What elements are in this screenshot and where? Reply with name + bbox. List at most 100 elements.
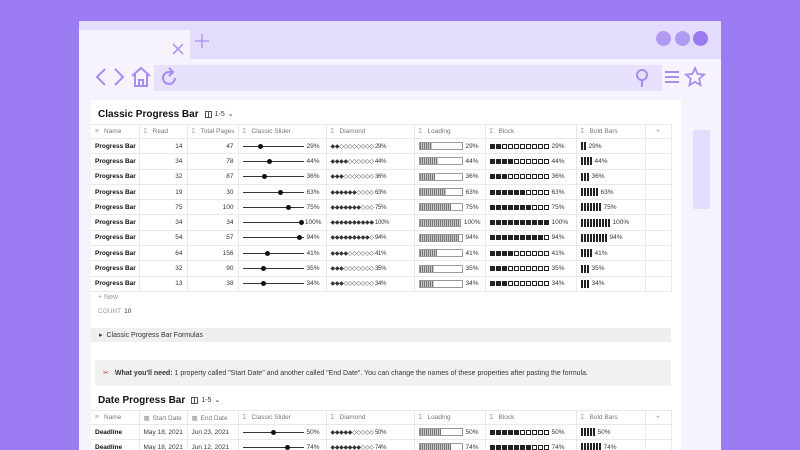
scrollbar-thumb[interactable] <box>693 130 710 209</box>
row-start[interactable]: May 18, 2021 <box>138 439 188 450</box>
new-row-button[interactable]: + New <box>98 294 118 301</box>
row-name[interactable]: Progress Bar <box>91 229 140 247</box>
location-pin-icon[interactable] <box>630 66 654 90</box>
browser-tab[interactable] <box>79 30 190 59</box>
row-end[interactable]: Jun 23, 2021 <box>186 423 239 441</box>
row-name[interactable]: Progress Bar <box>91 168 140 185</box>
star-icon[interactable] <box>683 65 707 89</box>
row-name[interactable]: Progress Bar <box>91 137 140 155</box>
row-name[interactable]: Progress Bar <box>91 275 140 292</box>
row-total[interactable]: 90 <box>186 260 239 277</box>
home-icon[interactable] <box>129 65 153 89</box>
bold-bars-progress: 75% <box>580 203 641 212</box>
column-header[interactable]: ▦ End Date <box>186 410 239 425</box>
column-header[interactable]: ≡ Name <box>91 410 140 425</box>
view-selector[interactable]: 1-5 ⌄ <box>191 396 220 404</box>
table-row[interactable]: Progress Bar 13 38 34% ◆◆◆◇◇◇◇◇◇◇ 34% 34% 34% 3… <box>91 275 672 292</box>
formula-property-icon: Σ <box>418 128 423 135</box>
diamond-progress: ◆◆◆◆◆◆◆◆◆◇ 94% <box>330 235 387 242</box>
formulas-toggle[interactable]: ▸ Classic Progress Bar Formulas <box>91 328 671 342</box>
table-row[interactable]: Deadline May 18, 2021 Jun 23, 2021 50% ◆◆◆◆◆… <box>91 423 672 441</box>
row-read[interactable]: 32 <box>138 168 188 185</box>
reload-icon[interactable] <box>157 66 181 90</box>
row-read[interactable]: 75 <box>138 199 188 216</box>
table-row[interactable]: Progress Bar 64 156 41% ◆◆◆◆◇◇◇◇◇◇ 41% 41% 41%… <box>91 245 672 262</box>
row-end[interactable]: Jun 12, 2021 <box>186 439 239 450</box>
row-total[interactable]: 47 <box>186 137 239 155</box>
column-header[interactable]: Σ Total Pages <box>186 124 239 139</box>
block-square <box>543 143 549 149</box>
row-name[interactable]: Progress Bar <box>91 214 140 231</box>
table-row[interactable]: Progress Bar 34 78 44% ◆◆◆◆◇◇◇◇◇◇ 44% 44% 44% 4… <box>91 153 672 170</box>
table-row[interactable]: Deadline May 18, 2021 Jun 12, 2021 74% ◆◆◆◆◆… <box>91 439 672 450</box>
column-header[interactable]: + <box>644 124 672 139</box>
window-close-button[interactable] <box>693 31 708 46</box>
row-read[interactable]: 64 <box>138 245 188 262</box>
block-percent: 75% <box>551 203 565 211</box>
row-name[interactable]: Progress Bar <box>91 153 140 170</box>
row-total[interactable]: 34 <box>186 214 239 231</box>
column-header[interactable]: Σ Block <box>484 410 577 425</box>
block-square <box>543 220 549 226</box>
row-read[interactable]: 32 <box>138 260 188 277</box>
row-start[interactable]: May 18, 2021 <box>138 423 188 441</box>
column-header[interactable]: Σ Bold Bars <box>575 124 646 139</box>
block-squares <box>489 235 549 241</box>
table-row[interactable]: Progress Bar 19 30 63% ◆◆◆◆◆◆◇◇◇◇ 63% 63% 63% 6… <box>91 183 672 201</box>
column-header[interactable]: ▦ Start Date <box>138 410 188 425</box>
row-read[interactable]: 19 <box>138 183 188 201</box>
table-row[interactable]: Progress Bar 34 34 100% ◆◆◆◆◆◆◆◆◆◆ 100% 100% 1… <box>91 214 672 231</box>
column-header[interactable]: Σ Classic Slider <box>237 410 327 425</box>
row-total[interactable]: 38 <box>186 275 239 292</box>
close-icon[interactable] <box>171 42 185 56</box>
block-square <box>531 220 537 226</box>
table-row[interactable]: Progress Bar 32 90 35% ◆◆◆◇◇◇◇◇◇◇ 35% 35% 35% 3… <box>91 260 672 277</box>
column-header[interactable]: Σ Diamond <box>325 410 415 425</box>
row-total[interactable]: 156 <box>186 245 239 262</box>
column-header[interactable]: Σ Loading <box>413 410 486 425</box>
block-square <box>543 158 549 164</box>
row-read[interactable]: 13 <box>138 275 188 292</box>
column-header[interactable]: ≡ Name <box>91 124 140 139</box>
column-header[interactable]: Σ Read <box>138 124 188 139</box>
table-row[interactable]: Progress Bar 14 47 29% ◆◆◇◇◇◇◇◇◇◇ 29% 29% 29% 2… <box>91 137 672 155</box>
loading-progress: 35% <box>418 264 481 273</box>
block-square <box>507 158 513 164</box>
view-selector[interactable]: 1-5 ⌄ <box>204 110 234 118</box>
row-total[interactable]: 87 <box>186 168 239 185</box>
table-row[interactable]: Progress Bar 54 57 94% ◆◆◆◆◆◆◆◆◆◇ 94% 94% 94% 9… <box>91 229 672 247</box>
column-header[interactable]: Σ Loading <box>413 124 486 139</box>
row-total[interactable]: 100 <box>186 199 239 216</box>
column-header[interactable]: Σ Classic Slider <box>237 124 327 139</box>
table-row[interactable]: Progress Bar 32 87 36% ◆◆◆◇◇◇◇◇◇◇ 36% 36% 36% 3… <box>91 168 672 185</box>
row-read[interactable]: 34 <box>138 214 188 231</box>
row-name[interactable]: Progress Bar <box>91 260 140 277</box>
block-square <box>495 444 501 450</box>
row-name[interactable]: Deadline <box>91 423 140 441</box>
plus-icon[interactable] <box>194 33 210 49</box>
address-bar[interactable] <box>154 65 662 91</box>
row-name[interactable]: Progress Bar <box>91 245 140 262</box>
column-header[interactable]: Σ Diamond <box>325 124 415 139</box>
menu-icon[interactable] <box>660 65 684 89</box>
diamond-cell: ◆◆◆◆◇◇◇◇◇◇ 41% <box>325 245 415 262</box>
row-total[interactable]: 78 <box>186 153 239 170</box>
row-read[interactable]: 54 <box>138 229 188 247</box>
window-maximize-button[interactable] <box>675 31 690 46</box>
count-summary: COUNT 10 <box>98 308 131 315</box>
loading-bar <box>418 172 463 181</box>
row-read[interactable]: 34 <box>138 153 188 170</box>
table-row[interactable]: Progress Bar 75 100 75% ◆◆◆◆◆◆◆◇◇◇ 75% 75% 75%… <box>91 199 672 216</box>
row-name[interactable]: Progress Bar <box>91 183 140 201</box>
bold-bars-progress: 36% <box>580 172 641 181</box>
forward-icon[interactable] <box>107 65 131 89</box>
row-name[interactable]: Deadline <box>91 439 140 450</box>
row-total[interactable]: 30 <box>186 183 239 201</box>
row-total[interactable]: 57 <box>186 229 239 247</box>
column-header[interactable]: Σ Block <box>484 124 577 139</box>
row-read[interactable]: 14 <box>138 137 188 155</box>
column-header[interactable]: + <box>644 410 672 425</box>
column-header[interactable]: Σ Bold Bars <box>575 410 646 425</box>
row-name[interactable]: Progress Bar <box>91 199 140 216</box>
window-minimize-button[interactable] <box>656 31 671 46</box>
